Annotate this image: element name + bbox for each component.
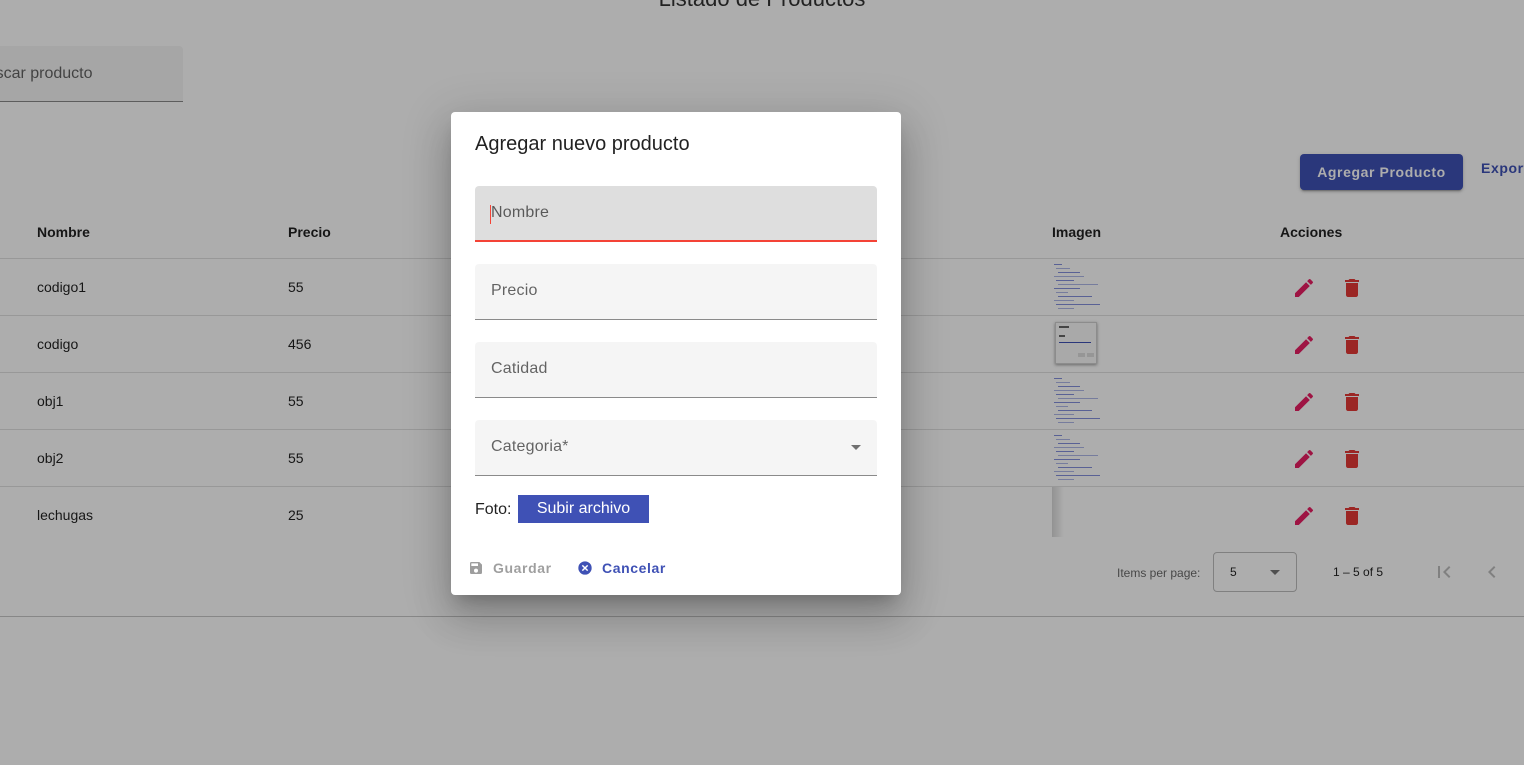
save-button[interactable]: Guardar — [468, 552, 552, 584]
upload-file-button[interactable]: Subir archivo — [518, 495, 649, 523]
add-product-dialog: Agregar nuevo producto Nombre Precio Cat… — [451, 112, 901, 595]
save-button-label: Guardar — [493, 560, 552, 576]
nombre-field-label: Nombre — [491, 204, 550, 221]
save-icon — [470, 562, 482, 574]
cancel-button-label: Cancelar — [602, 560, 666, 576]
nombre-field[interactable]: Nombre — [475, 186, 877, 242]
precio-field[interactable]: Precio — [475, 264, 877, 320]
categoria-select[interactable]: Categoria* — [475, 420, 877, 476]
cantidad-field-label: Catidad — [491, 360, 548, 377]
dropdown-arrow-icon — [851, 445, 861, 450]
cancel-button[interactable]: Cancelar — [577, 552, 666, 584]
dialog-title: Agregar nuevo producto — [475, 133, 690, 155]
categoria-select-label: Categoria* — [491, 438, 569, 455]
foto-label: Foto: — [475, 501, 512, 518]
precio-field-label: Precio — [491, 282, 538, 299]
cantidad-field[interactable]: Catidad — [475, 342, 877, 398]
cancel-icon — [578, 561, 592, 575]
